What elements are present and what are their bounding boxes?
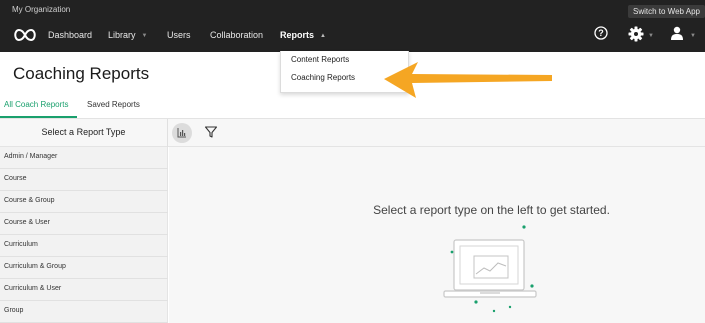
nav-reports[interactable]: Reports ▲ [280,30,326,40]
report-type-curriculum-user[interactable]: Curriculum & User [0,279,168,301]
nav-dashboard[interactable]: Dashboard [48,30,92,40]
settings-menu-caret[interactable]: ▼ [648,30,654,40]
report-type-course[interactable]: Course [0,169,168,191]
report-type-admin-manager[interactable]: Admin / Manager [0,147,168,169]
nav-library[interactable]: Library ▼ [108,30,147,40]
report-type-course-group[interactable]: Course & Group [0,191,168,213]
report-type-course-user[interactable]: Course & User [0,213,168,235]
report-type-sidebar: Admin / Manager Course Course & Group Co… [0,147,168,323]
empty-state-message: Select a report type on the left to get … [169,203,705,217]
chevron-down-icon: ▼ [141,33,148,39]
help-icon[interactable]: ? [594,26,608,40]
tab-saved-reports[interactable]: Saved Reports [87,100,140,109]
tab-all-coach-reports[interactable]: All Coach Reports [4,100,68,109]
logo-icon[interactable] [12,28,38,42]
user-icon[interactable] [670,26,684,40]
bar-chart-icon [177,128,186,138]
nav-users-label: Users [167,30,191,40]
page-title: Coaching Reports [13,64,150,83]
filter-icon[interactable] [204,125,218,139]
nav-users[interactable]: Users [167,30,191,40]
select-report-type-label: Select a Report Type [41,127,126,137]
menu-item-content-reports[interactable]: Content Reports [291,55,349,64]
chevron-down-icon: ▼ [648,33,654,39]
annotation-arrow-icon [384,62,552,98]
empty-state-illustration [443,225,537,313]
nav-dashboard-label: Dashboard [48,30,93,40]
organization-name: My Organization [12,5,71,14]
top-navigation-bar: My Organization Switch to Web App Dashbo… [0,0,705,52]
gear-icon[interactable] [628,26,644,42]
chevron-down-icon: ▼ [690,33,696,39]
svg-text:?: ? [598,28,604,38]
chart-view-button[interactable] [172,123,192,143]
user-menu-caret[interactable]: ▼ [690,30,696,40]
nav-reports-label: Reports [280,30,315,40]
switch-to-web-app-button[interactable]: Switch to Web App [628,5,705,18]
report-type-curriculum-group[interactable]: Curriculum & Group [0,257,168,279]
toolbar-divider [167,119,168,147]
nav-library-label: Library [108,30,136,40]
report-content-area [169,147,705,323]
chevron-up-icon: ▲ [320,33,326,39]
report-type-curriculum[interactable]: Curriculum [0,235,168,257]
empty-state-text: Select a report type on the left to get … [373,203,610,217]
report-type-group[interactable]: Group [0,301,168,323]
nav-collaboration[interactable]: Collaboration [210,30,263,40]
menu-item-coaching-reports[interactable]: Coaching Reports [291,73,355,82]
nav-collaboration-label: Collaboration [210,30,264,40]
